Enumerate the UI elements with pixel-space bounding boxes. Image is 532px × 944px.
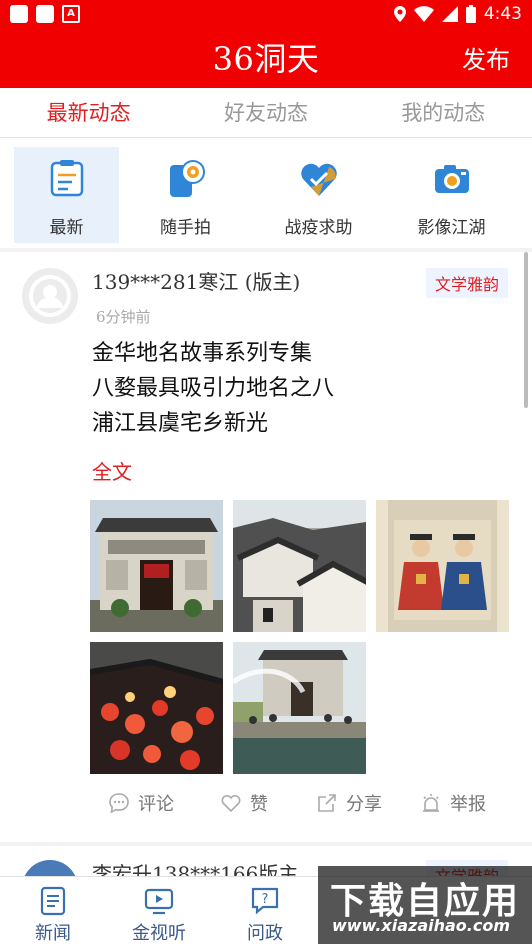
share-label: 分享 — [346, 794, 382, 815]
tab-mine[interactable]: 我的动态 — [355, 88, 532, 137]
quick-item-label: 随手拍 — [160, 218, 211, 238]
nav-inquiry[interactable]: ? 问政 — [212, 877, 318, 944]
comment-button[interactable]: 评论 — [108, 790, 174, 816]
news-icon — [40, 886, 66, 916]
svg-text:?: ? — [262, 892, 269, 907]
status-indicators: 4:43 — [393, 4, 522, 24]
quick-item-label: 影像江湖 — [417, 218, 486, 238]
post-author[interactable]: 139***281寒江 (版主) — [92, 266, 300, 295]
like-label: 赞 — [250, 794, 268, 815]
photo-thumbnail[interactable] — [376, 500, 509, 632]
post-line: 八婺最具吸引力地名之八 — [92, 376, 335, 401]
status-bar: A 4:43 — [0, 0, 532, 28]
post-line: 金华地名故事系列专集 — [92, 341, 313, 366]
status-notifications: A — [10, 5, 80, 23]
notification-icon — [10, 5, 28, 23]
ancestral-gate-photo — [90, 500, 223, 632]
ancestor-portraits-photo — [376, 500, 509, 632]
quick-item-epidemic-help[interactable]: 战疫求助 — [252, 147, 385, 243]
quick-menu: 最新 随手拍 战疫求助 影像江湖 — [0, 147, 532, 243]
clipboard-icon — [50, 160, 83, 197]
feed-post[interactable]: 139***281寒江 (版主) 文学雅韵 6分钟前 金华地名故事系列专集 八婺… — [0, 252, 532, 842]
nav-label: 金视听 — [132, 923, 186, 944]
default-avatar-icon — [22, 268, 78, 324]
photo-thumbnail[interactable] — [233, 500, 366, 632]
avatar[interactable] — [22, 268, 78, 324]
notification-icon — [36, 5, 54, 23]
quick-item-label: 战疫求助 — [284, 218, 353, 238]
app-bar: 36洞天 发布 — [0, 28, 532, 88]
category-badge[interactable]: 文学雅韵 — [425, 268, 508, 298]
post-body[interactable]: 金华地名故事系列专集 八婺最具吸引力地名之八 浦江县虞宅乡新光 — [92, 336, 334, 441]
like-button[interactable]: 赞 — [220, 790, 268, 816]
nav-label: 新闻 — [35, 923, 71, 944]
share-button[interactable]: 分享 — [316, 790, 382, 816]
watermark-url: www.xiazaihao.com — [332, 916, 510, 935]
heart-icon — [300, 163, 337, 196]
post-actions: 评论 赞 分享 举报 — [0, 790, 532, 826]
photo-thumbnail[interactable] — [90, 642, 223, 774]
comment-icon — [109, 793, 129, 814]
full-text-link[interactable]: 全文 — [92, 456, 132, 485]
report-button[interactable]: 举报 — [420, 790, 486, 816]
quick-item-latest[interactable]: 最新 — [14, 147, 119, 243]
battery-icon — [465, 5, 476, 23]
comment-label: 评论 — [138, 794, 174, 815]
camera-icon — [434, 165, 469, 193]
post-line: 浦江县虞宅乡新光 — [92, 411, 269, 436]
quick-item-label: 最新 — [49, 218, 84, 238]
location-icon — [393, 6, 406, 22]
village-pond-photo — [233, 642, 366, 774]
clock: 4:43 — [483, 4, 522, 24]
page-title: 36洞天 — [212, 40, 320, 78]
question-icon: ? — [251, 887, 279, 915]
tab-friends[interactable]: 好友动态 — [177, 88, 354, 137]
feed-tabs: 最新动态 好友动态 我的动态 — [0, 88, 532, 138]
nav-news[interactable]: 新闻 — [0, 877, 106, 944]
lantern-festival-photo — [90, 642, 223, 774]
nav-media[interactable]: 金视听 — [106, 877, 212, 944]
share-icon — [318, 794, 336, 812]
village-rooftops-photo — [233, 500, 366, 632]
photo-thumbnail[interactable] — [90, 500, 223, 632]
watermark: 下载自应用 www.xiazaihao.com — [318, 866, 532, 944]
alarm-icon — [423, 794, 439, 812]
report-label: 举报 — [450, 794, 486, 815]
tab-latest[interactable]: 最新动态 — [0, 88, 177, 137]
publish-button[interactable]: 发布 — [462, 40, 510, 75]
photo-thumbnail[interactable] — [233, 642, 366, 774]
wifi-icon — [413, 6, 434, 22]
quick-item-snapshot[interactable]: 随手拍 — [119, 147, 252, 243]
quick-item-imagery[interactable]: 影像江湖 — [385, 147, 518, 243]
notification-letter-icon: A — [62, 5, 80, 23]
heart-outline-icon — [221, 794, 241, 813]
post-time: 6分钟前 — [96, 308, 151, 326]
scrollbar[interactable] — [524, 252, 528, 408]
signal-icon — [441, 6, 458, 22]
tv-icon — [144, 888, 174, 915]
nav-label: 问政 — [247, 923, 283, 944]
phone-camera-icon — [169, 160, 205, 197]
